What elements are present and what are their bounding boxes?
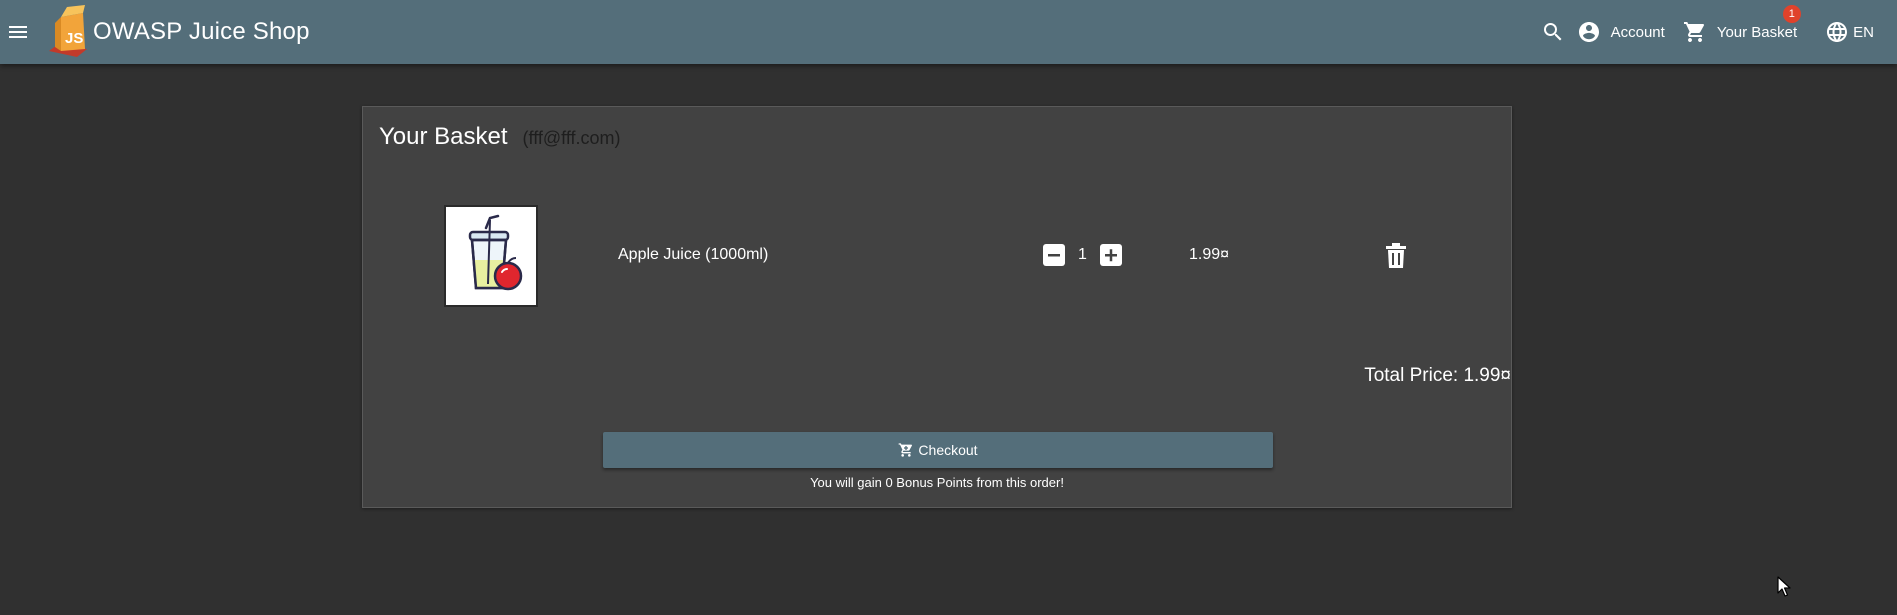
plus-icon — [1105, 249, 1117, 262]
basket-card: Your Basket (fff@fff.com) Apple Juice (1… — [362, 106, 1512, 508]
increase-quantity-button[interactable] — [1100, 244, 1122, 266]
remove-item-button[interactable] — [1380, 240, 1412, 272]
basket-item-row: Apple Juice (1000ml) 1 1.99¤ — [363, 197, 1511, 307]
your-basket-label: Your Basket — [1716, 23, 1798, 41]
minus-icon — [1048, 254, 1060, 257]
menu-button[interactable] — [0, 14, 36, 50]
product-name: Apple Juice (1000ml) — [618, 246, 769, 263]
basket-header: Your Basket (fff@fff.com) — [379, 123, 621, 151]
item-price: 1.99¤ — [1189, 246, 1230, 263]
trash-icon — [1386, 243, 1406, 268]
your-basket-button[interactable]: Your Basket 1 — [1683, 0, 1801, 64]
checkout-label: Checkout — [918, 442, 978, 458]
account-label: Account — [1610, 23, 1665, 41]
svg-text:JS: JS — [65, 30, 83, 47]
decrease-quantity-button[interactable] — [1043, 244, 1065, 266]
quantity-stepper: 1 — [1043, 244, 1122, 266]
quantity-value: 1 — [1078, 246, 1087, 263]
mouse-cursor-icon — [1777, 576, 1791, 603]
juice-carton-logo-icon: JS — [49, 5, 87, 57]
bonus-points-text: You will gain 0 Bonus Points from this o… — [810, 475, 1064, 490]
search-icon — [1543, 23, 1562, 41]
basket-count-badge: 1 — [1782, 5, 1801, 23]
user-email: (fff@fff.com) — [522, 128, 621, 148]
apple-juice-cup-icon — [468, 214, 523, 291]
account-button[interactable]: Account — [1577, 0, 1665, 64]
menu-icon — [9, 26, 27, 38]
language-button[interactable]: EN — [1825, 0, 1874, 64]
juice-shop-logo[interactable]: JS — [47, 5, 93, 59]
checkout-button[interactable]: Checkout — [603, 432, 1273, 468]
app-title[interactable]: OWASP Juice Shop — [93, 18, 310, 46]
language-label: EN — [1853, 23, 1874, 41]
account-circle-icon — [1578, 22, 1599, 42]
product-image — [444, 205, 538, 307]
cart-checkout-icon — [899, 443, 913, 457]
shopping-cart-icon — [1683, 22, 1704, 42]
total-price: Total Price: 1.99¤ — [1364, 365, 1511, 386]
globe-icon — [1827, 22, 1848, 42]
search-button[interactable] — [1533, 0, 1573, 64]
basket-title: Your Basket — [379, 123, 508, 150]
top-toolbar: JS OWASP Juice Shop Account Your Basket … — [0, 0, 1897, 64]
